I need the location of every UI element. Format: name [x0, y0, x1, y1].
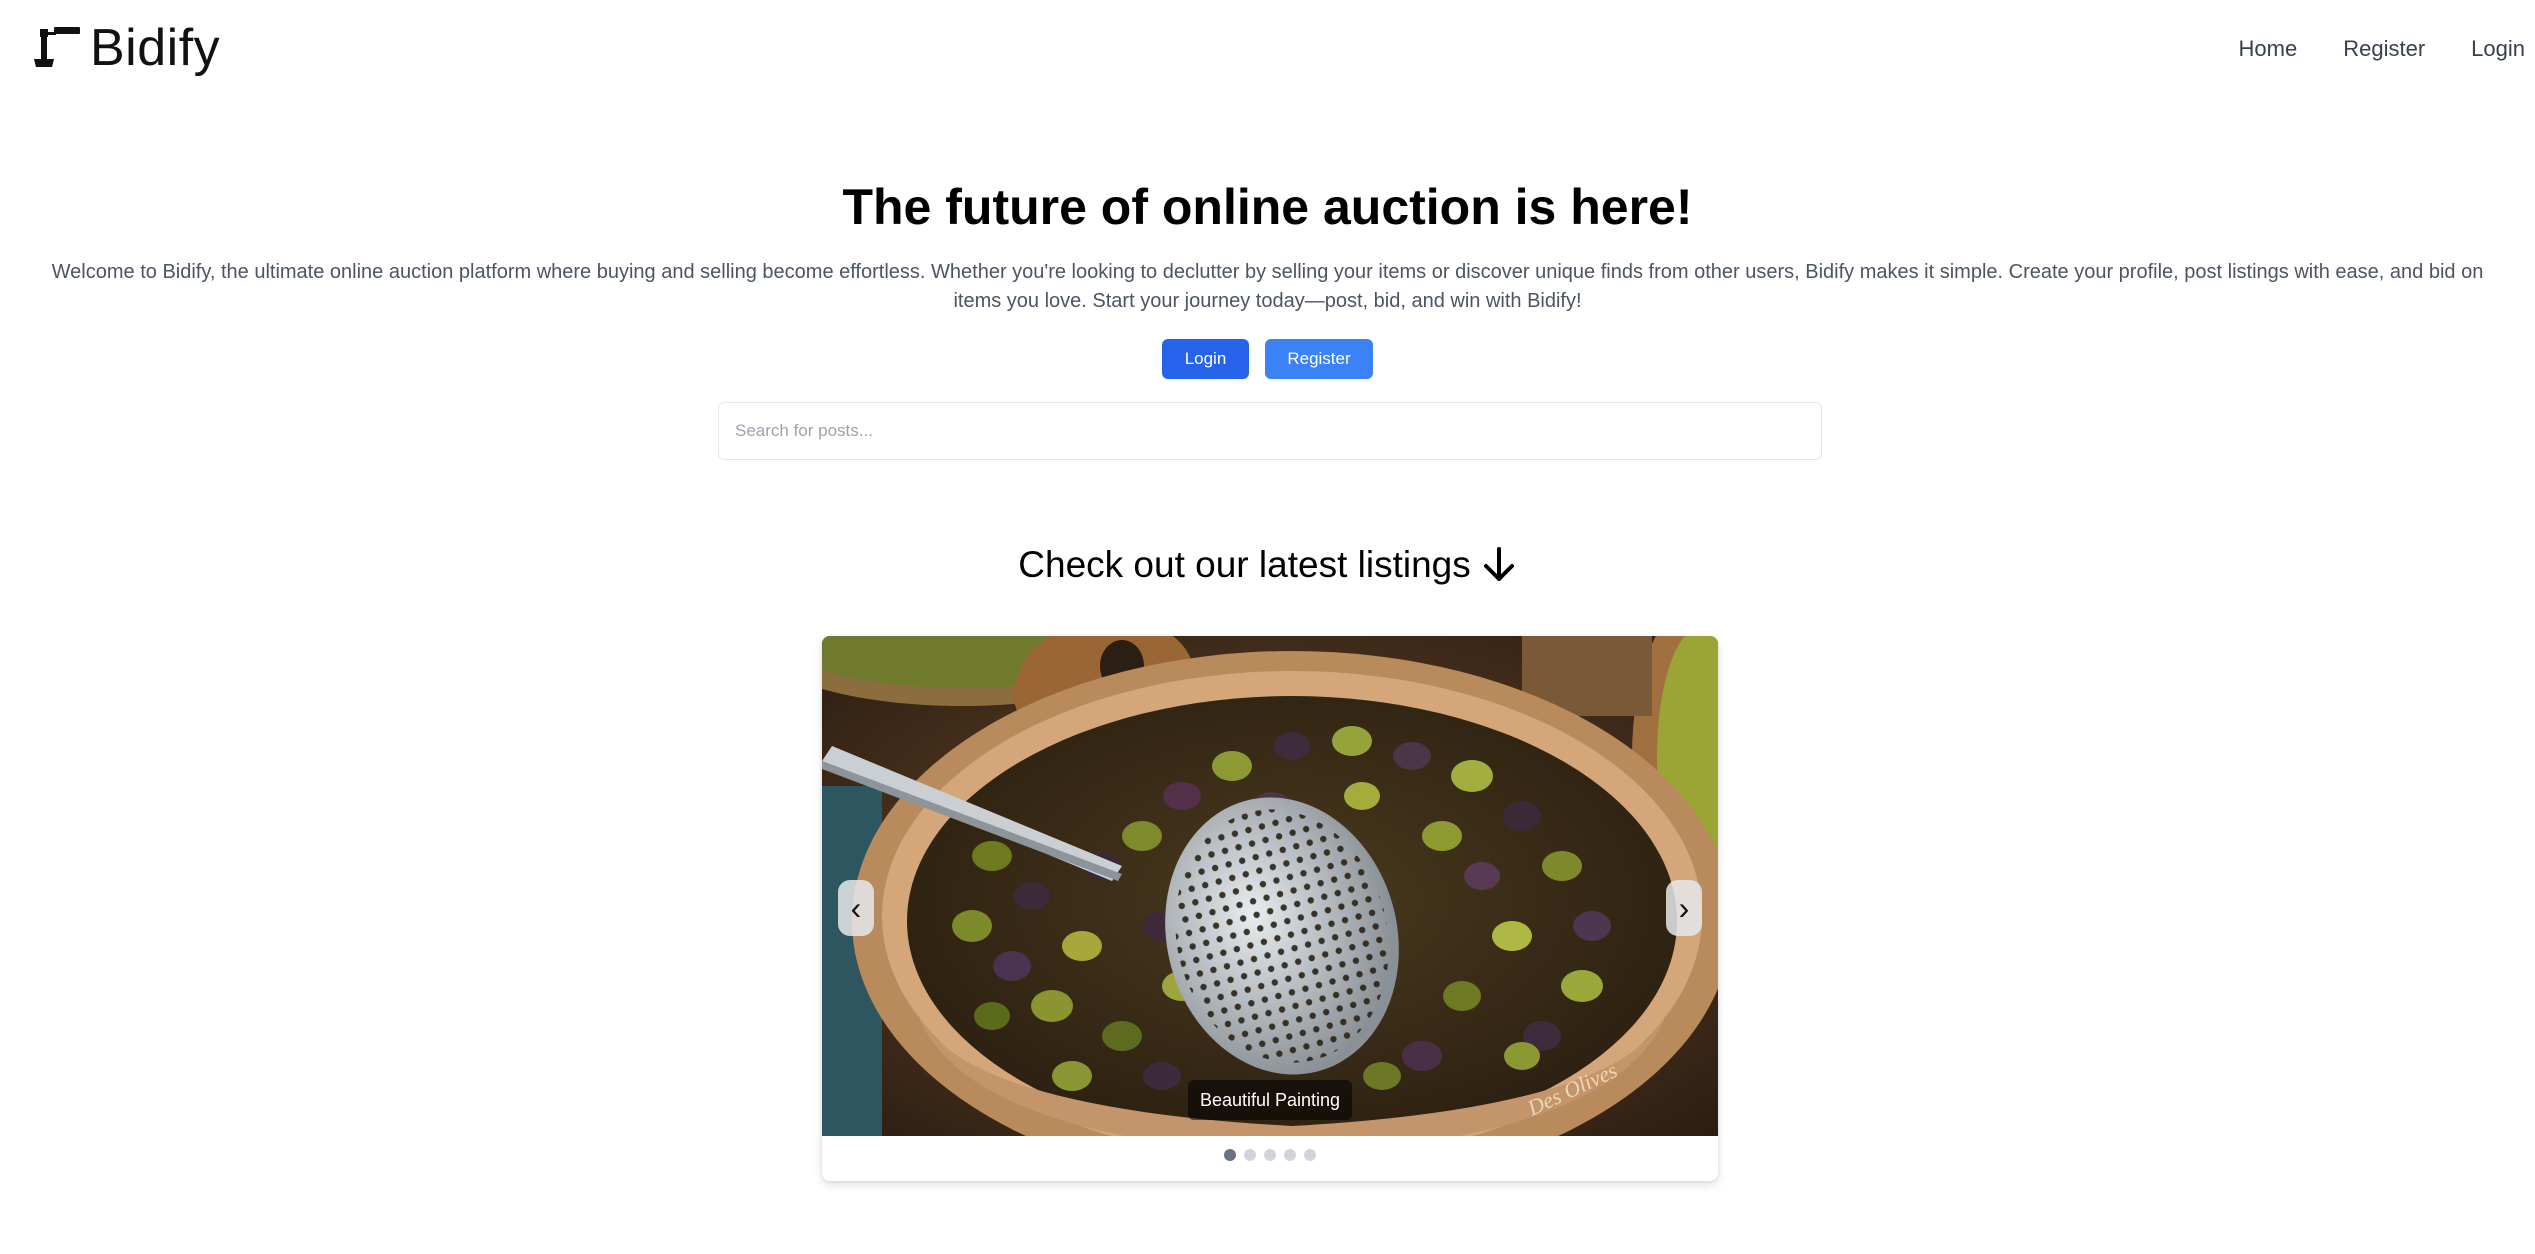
search-box	[718, 402, 1822, 460]
listing-image[interactable]: Des Olives ‹ › Beautiful Painting	[822, 636, 1718, 1136]
hero-description: Welcome to Bidify, the ultimate online a…	[51, 261, 2484, 312]
hero-title: The future of online auction is here!	[842, 179, 1693, 235]
carousel-dot-3[interactable]	[1264, 1149, 1276, 1161]
carousel-dots	[822, 1149, 1718, 1161]
nav-links: Home Register Login	[2239, 36, 2525, 62]
listings-carousel: Des Olives ‹ › Beautiful Painting	[822, 636, 1718, 1181]
arrow-down-icon	[1483, 547, 1514, 581]
carousel-dot-2[interactable]	[1244, 1149, 1256, 1161]
carousel-next-button[interactable]: ›	[1666, 880, 1702, 936]
search-input[interactable]	[719, 403, 1821, 459]
navbar: Bidify Home Register Login	[0, 0, 2535, 100]
nav-login-link[interactable]: Login	[2471, 36, 2525, 62]
olives-photo: Des Olives	[822, 636, 1718, 1136]
nav-home-link[interactable]: Home	[2239, 36, 2298, 62]
carousel-dot-1[interactable]	[1224, 1149, 1236, 1161]
chevron-right-icon: ›	[1678, 890, 1690, 926]
gavel-icon	[34, 27, 80, 67]
chevron-left-icon: ‹	[850, 890, 862, 926]
brand-name: Bidify	[90, 19, 221, 77]
carousel-prev-button[interactable]: ‹	[838, 880, 874, 936]
listing-caption: Beautiful Painting	[1188, 1080, 1352, 1120]
nav-register-link[interactable]: Register	[2343, 36, 2425, 62]
login-button[interactable]: Login	[1162, 339, 1249, 379]
carousel-dot-4[interactable]	[1284, 1149, 1296, 1161]
carousel-dot-5[interactable]	[1304, 1149, 1316, 1161]
hero-buttons: Login Register	[0, 339, 2535, 379]
latest-listings-heading: Check out our latest listings	[0, 544, 2535, 586]
register-button[interactable]: Register	[1265, 339, 1373, 379]
brand-logo[interactable]: Bidify	[32, 22, 220, 74]
latest-listings-title: Check out our latest listings	[1018, 544, 1471, 585]
